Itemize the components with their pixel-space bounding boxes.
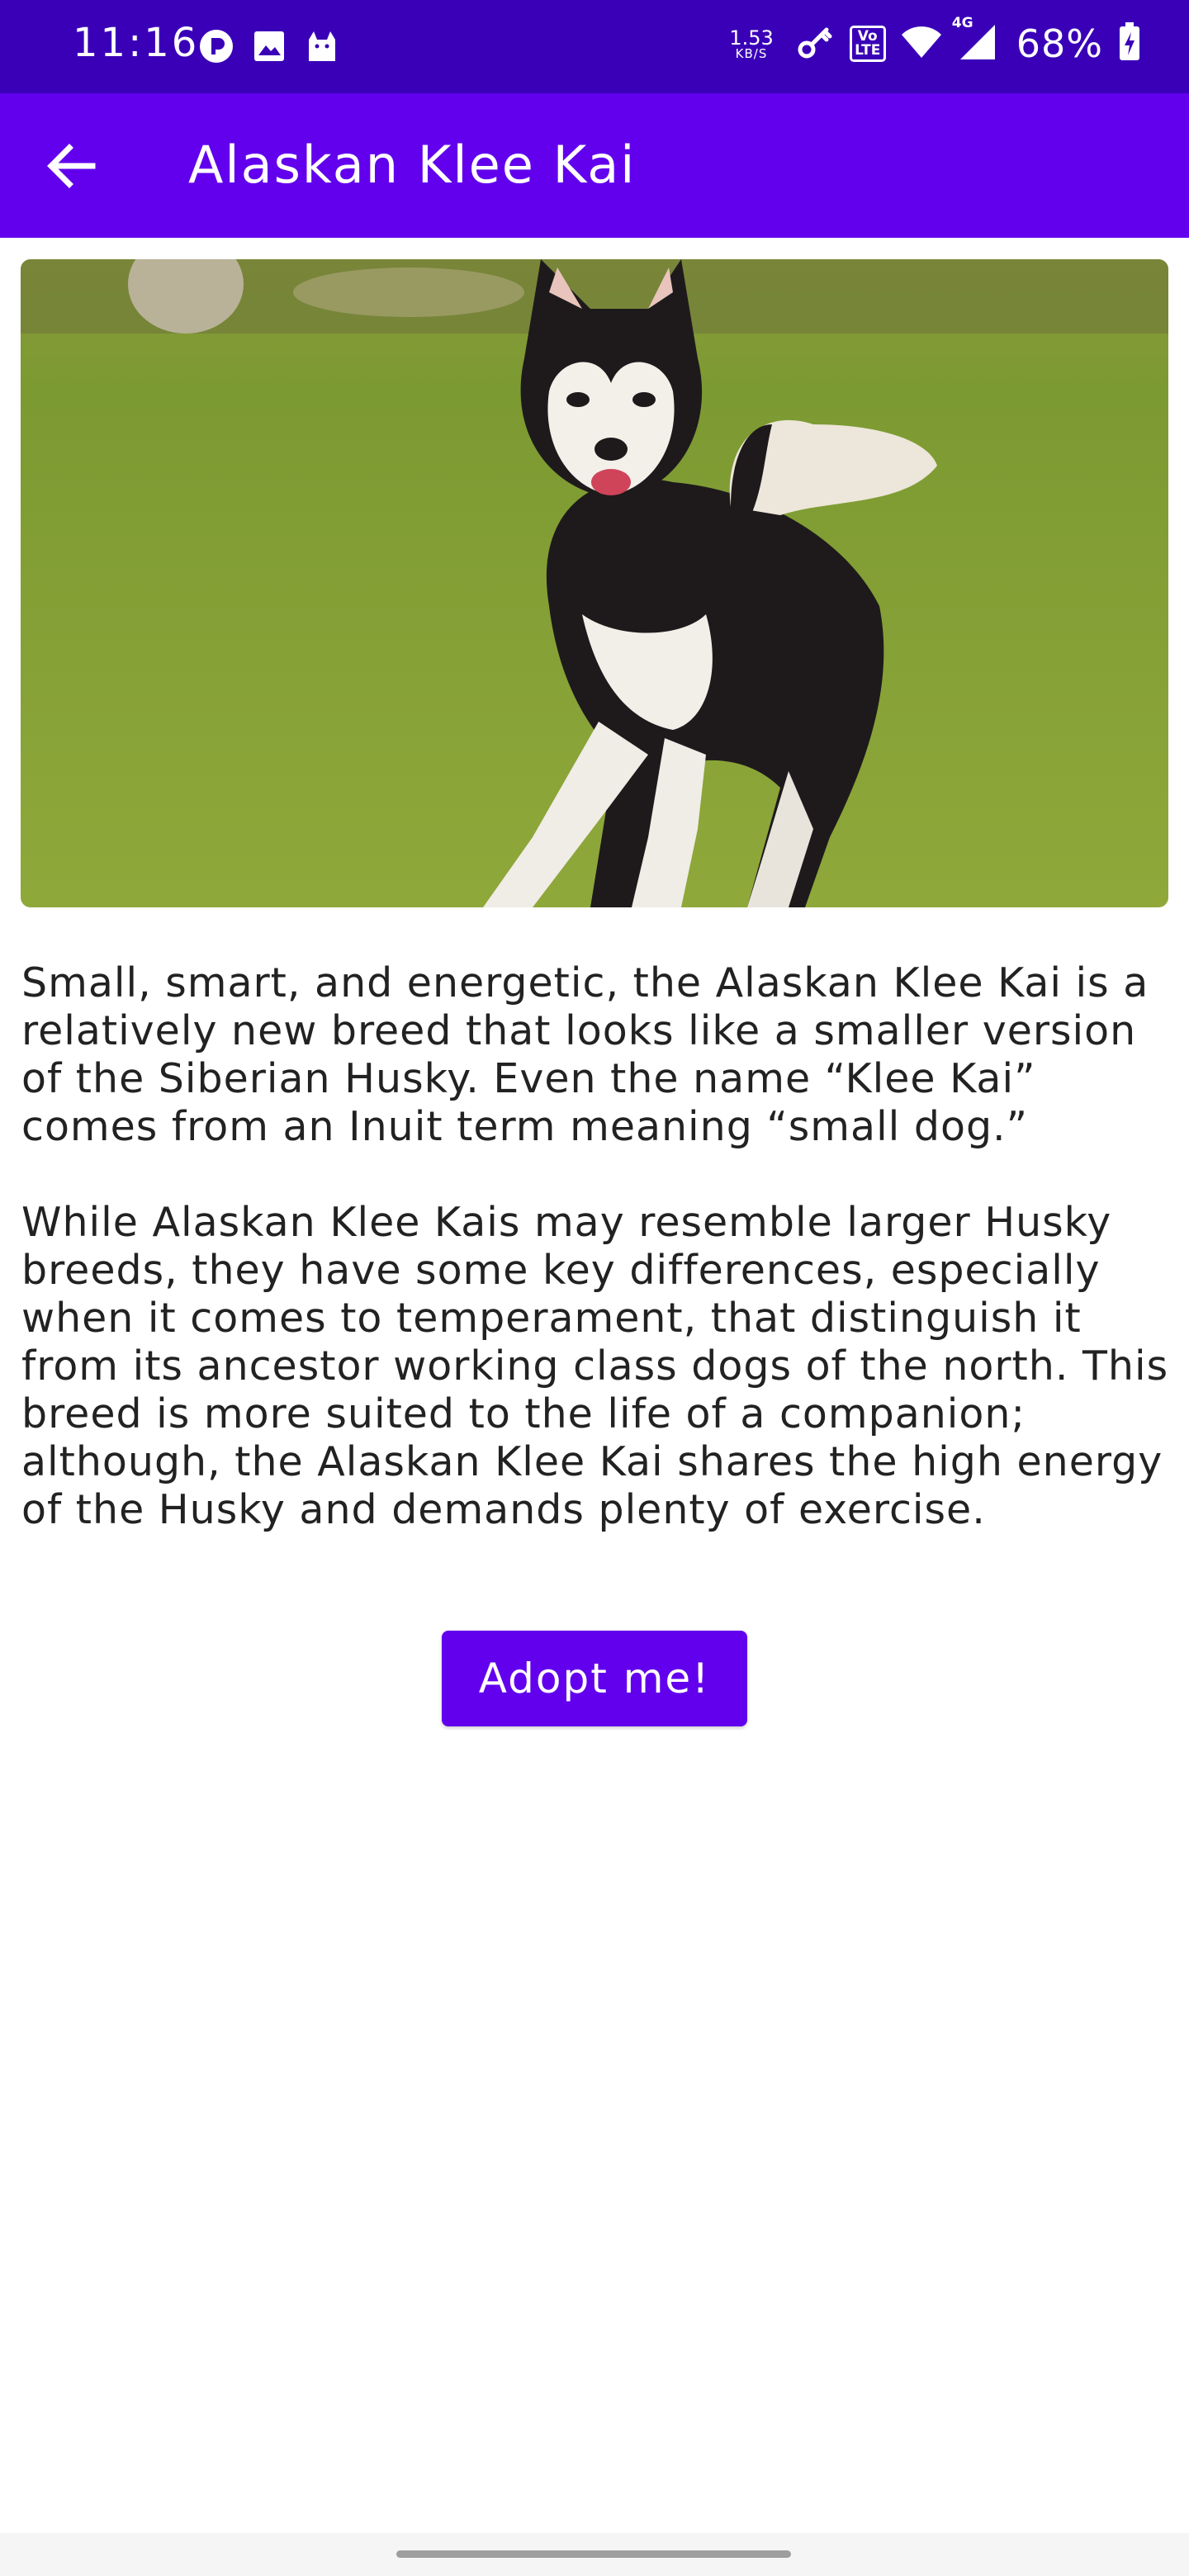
battery-percent: 68%	[1016, 21, 1103, 66]
key-icon	[797, 23, 835, 64]
network-type: 4G	[951, 15, 973, 31]
status-notification-icons	[198, 28, 340, 68]
status-bar: 11:16 1.53 KB/S Vo LTE 4G 68%	[0, 0, 1189, 93]
wifi-icon	[901, 25, 942, 63]
signal-icon: 4G	[952, 15, 997, 64]
back-button[interactable]	[41, 138, 101, 197]
battery-charging-icon	[1118, 22, 1141, 65]
gesture-navigation-bar	[0, 2533, 1189, 2576]
app-bar: Alaskan Klee Kai	[0, 93, 1189, 238]
notification-app-icon	[198, 28, 234, 68]
gesture-handle[interactable]	[396, 2550, 791, 2558]
description-paragraph: While Alaskan Klee Kais may resemble lar…	[21, 1199, 1169, 1533]
cat-app-icon	[304, 28, 340, 68]
page-title: Alaskan Klee Kai	[188, 135, 637, 195]
volte-icon: Vo LTE	[849, 26, 886, 62]
dog-photo	[21, 259, 1168, 907]
arrow-back-icon	[45, 140, 97, 196]
adopt-button[interactable]: Adopt me!	[442, 1631, 747, 1726]
image-icon	[253, 30, 286, 66]
status-system-icons: 1.53 KB/S Vo LTE 4G 68%	[729, 15, 1141, 66]
breed-description: Small, smart, and energetic, the Alaskan…	[21, 959, 1171, 1582]
description-paragraph: Small, smart, and energetic, the Alaskan…	[21, 959, 1149, 1150]
status-time: 11:16	[73, 20, 200, 66]
network-speed: 1.53 KB/S	[729, 26, 774, 61]
